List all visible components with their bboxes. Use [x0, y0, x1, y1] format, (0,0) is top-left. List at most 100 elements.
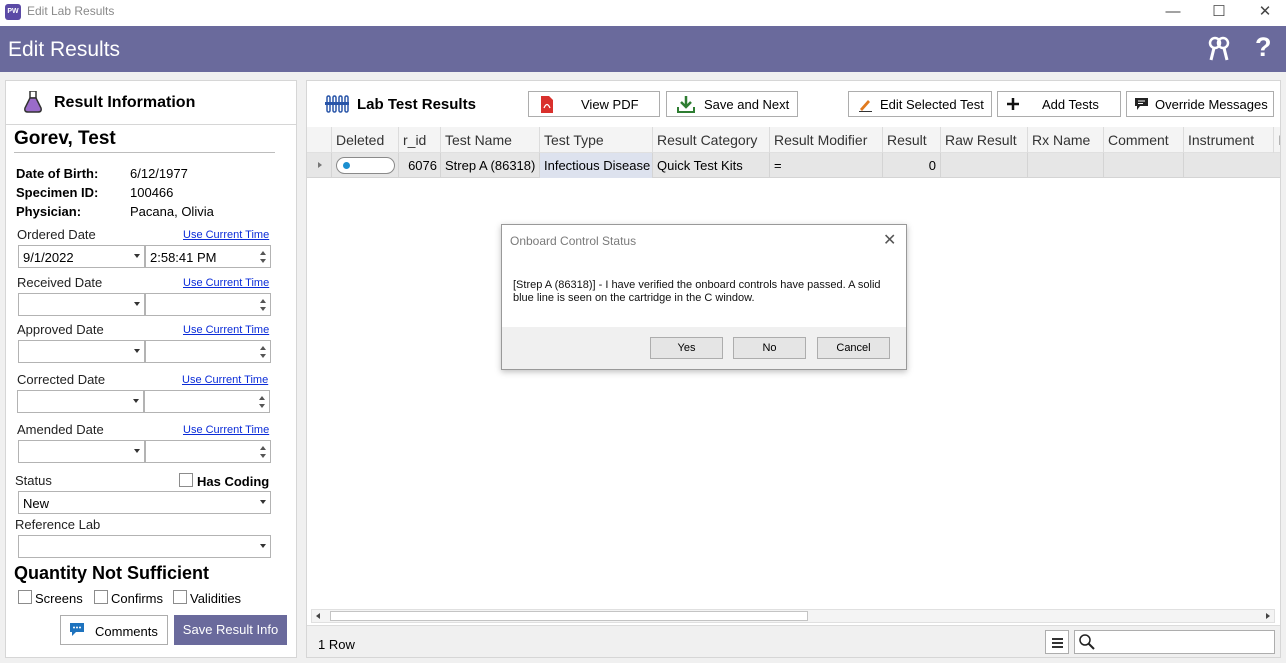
table-row[interactable]: 6076 Strep A (86318) Infectious Disease … [307, 153, 1280, 178]
scroll-left-icon[interactable] [316, 613, 320, 619]
cell-result-category: Quick Test Kits [652, 153, 769, 178]
amended-time-spinner[interactable] [145, 440, 271, 463]
comments-button[interactable]: Comments [60, 615, 168, 645]
help-icon[interactable]: ? [1255, 32, 1272, 63]
spin-down-icon[interactable] [260, 307, 266, 311]
keys-icon[interactable] [1206, 36, 1232, 62]
col-raw-result[interactable]: Raw Result [940, 127, 1027, 153]
validities-checkbox[interactable] [173, 590, 187, 604]
col-result[interactable]: Result [882, 127, 940, 153]
scroll-thumb[interactable] [330, 611, 808, 621]
cell-result-modifier: = [769, 153, 882, 178]
maximize-button[interactable]: ☐ [1196, 0, 1242, 26]
grid-search-input[interactable] [1074, 630, 1275, 654]
amended-date-picker[interactable] [18, 440, 145, 463]
view-pdf-button[interactable]: View PDF [528, 91, 660, 117]
col-deleted[interactable]: Deleted [331, 127, 398, 153]
spin-down-icon[interactable] [260, 454, 266, 458]
add-tests-button[interactable]: Add Tests [997, 91, 1121, 117]
search-icon [1079, 634, 1095, 650]
ordered-date-picker[interactable]: 9/1/2022 [18, 245, 145, 268]
dialog-close-icon[interactable]: ✕ [883, 230, 896, 250]
save-and-next-label: Save and Next [704, 97, 790, 112]
edit-selected-test-button[interactable]: Edit Selected Test [848, 91, 992, 117]
dialog-title: Onboard Control Status [510, 234, 637, 248]
amended-use-current-time-link[interactable]: Use Current Time [183, 424, 269, 436]
no-button[interactable]: No [733, 337, 806, 359]
screens-checkbox[interactable] [18, 590, 32, 604]
spin-down-icon[interactable] [260, 354, 266, 358]
has-coding-label: Has Coding [197, 474, 270, 489]
comments-button-label: Comments [95, 624, 158, 639]
save-and-next-button[interactable]: Save and Next [666, 91, 798, 117]
dob-label: Date of Birth: [16, 166, 99, 181]
spin-up-icon[interactable] [260, 446, 266, 450]
panel-heading: Result Information [54, 94, 196, 111]
status-select[interactable]: New [18, 491, 271, 514]
deleted-toggle[interactable] [336, 157, 395, 174]
col-more[interactable]: I [1273, 127, 1280, 153]
spin-down-icon[interactable] [259, 404, 265, 408]
window-titlebar: PW Edit Lab Results — ☐ ✕ [0, 0, 1286, 26]
dialog-footer: Yes No Cancel [502, 327, 906, 369]
spin-up-icon[interactable] [260, 346, 266, 350]
col-test-name[interactable]: Test Name [440, 127, 539, 153]
approved-date-picker[interactable] [18, 340, 145, 363]
grid-menu-button[interactable] [1045, 630, 1069, 654]
spin-up-icon[interactable] [260, 299, 266, 303]
ordered-time-spinner[interactable]: 2:58:41 PM [145, 245, 271, 268]
reference-lab-select[interactable] [18, 535, 271, 558]
specimen-label: Specimen ID: [16, 185, 99, 200]
cell-r-id: 6076 [398, 153, 440, 178]
scroll-right-icon[interactable] [1266, 613, 1270, 619]
col-instrument[interactable]: Instrument [1183, 127, 1273, 153]
corrected-time-spinner[interactable] [144, 390, 270, 413]
col-comment[interactable]: Comment [1103, 127, 1183, 153]
col-rx-name[interactable]: Rx Name [1027, 127, 1103, 153]
status-label: Status [15, 473, 52, 488]
cell-deleted [331, 153, 398, 178]
received-date-label: Received Date [17, 275, 103, 290]
cell-test-name: Strep A (86318) [440, 153, 539, 178]
approved-use-current-time-link[interactable]: Use Current Time [183, 324, 269, 336]
close-window-button[interactable]: ✕ [1242, 0, 1286, 26]
corrected-use-current-time-link[interactable]: Use Current Time [182, 374, 268, 386]
has-coding-checkbox[interactable] [179, 473, 193, 487]
ordered-use-current-time-link[interactable]: Use Current Time [183, 229, 269, 241]
spin-down-icon[interactable] [260, 259, 266, 263]
approved-time-spinner[interactable] [145, 340, 271, 363]
col-result-modifier[interactable]: Result Modifier [769, 127, 882, 153]
dialog-message: [Strep A (86318)] - I have verified the … [513, 279, 881, 304]
chevron-down-icon [260, 544, 266, 548]
received-use-current-time-link[interactable]: Use Current Time [183, 277, 269, 289]
chevron-down-icon [133, 399, 139, 403]
col-result-category[interactable]: Result Category [652, 127, 769, 153]
col-r-id[interactable]: r_id [398, 127, 440, 153]
confirms-checkbox[interactable] [94, 590, 108, 604]
validities-label: Validities [190, 591, 242, 606]
minimize-button[interactable]: — [1150, 0, 1196, 26]
yes-button[interactable]: Yes [650, 337, 723, 359]
cell-comment [1103, 153, 1183, 178]
save-result-info-button[interactable]: Save Result Info [174, 615, 287, 645]
cancel-button[interactable]: Cancel [817, 337, 890, 359]
physician-value: Pacana, Olivia [130, 204, 214, 219]
ordered-date-label: Ordered Date [17, 227, 96, 242]
horizontal-scrollbar[interactable] [311, 609, 1275, 623]
col-test-type[interactable]: Test Type [539, 127, 652, 153]
chevron-down-icon [134, 349, 140, 353]
onboard-control-status-dialog: Onboard Control Status ✕ [Strep A (86318… [501, 224, 907, 370]
confirms-label: Confirms [111, 591, 164, 606]
received-time-spinner[interactable] [145, 293, 271, 316]
reference-lab-label: Reference Lab [15, 517, 101, 532]
divider [14, 152, 275, 153]
results-grid: Deleted r_id Test Name Test Type Result … [307, 127, 1280, 657]
window-title: Edit Lab Results [27, 4, 115, 18]
spin-up-icon[interactable] [260, 251, 266, 255]
override-messages-button[interactable]: Override Messages [1126, 91, 1274, 117]
spin-up-icon[interactable] [259, 396, 265, 400]
corrected-date-picker[interactable] [17, 390, 144, 413]
lab-test-results-title: Lab Test Results [357, 96, 476, 113]
received-date-picker[interactable] [18, 293, 145, 316]
menu-line [1052, 642, 1063, 644]
